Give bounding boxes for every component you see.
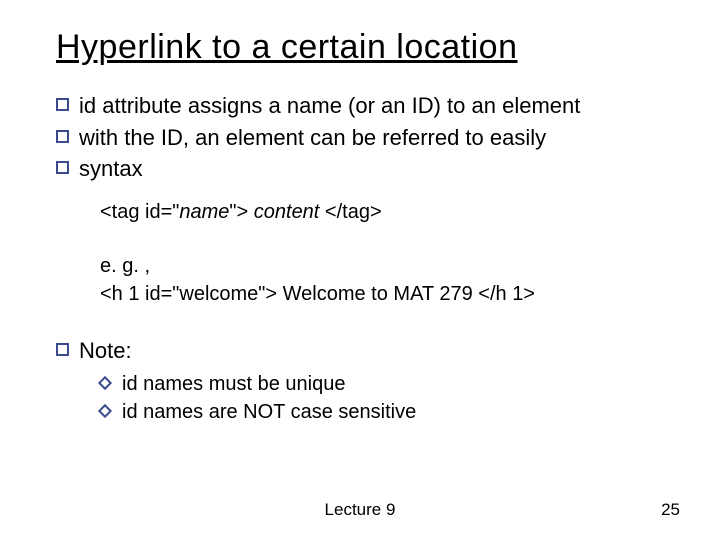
square-bullet-icon — [56, 161, 69, 174]
example-label: e. g. , — [100, 252, 672, 280]
note-sub-2-text: id names are NOT case sensitive — [122, 398, 416, 426]
square-bullet-icon — [56, 343, 69, 356]
syntax-block: <tag id="name"> content </tag> — [100, 198, 672, 226]
diamond-bullet-icon — [98, 376, 112, 390]
bullet-2: with the ID, an element can be referred … — [56, 123, 672, 153]
bullet-1: id attribute assigns a name (or an ID) t… — [56, 91, 672, 121]
note-sub-1: id names must be unique — [100, 370, 672, 398]
main-bullets: id attribute assigns a name (or an ID) t… — [56, 91, 672, 184]
footer-center: Lecture 9 — [0, 500, 720, 520]
syntax-open2: "> — [229, 201, 248, 223]
slide-title: Hyperlink to a certain location — [56, 28, 672, 67]
bullet-note: Note: — [56, 336, 672, 366]
bullet-2-text: with the ID, an element can be referred … — [79, 123, 672, 153]
square-bullet-icon — [56, 130, 69, 143]
note-heading: Note: — [79, 336, 672, 366]
example-line: <h 1 id="welcome"> Welcome to MAT 279 </… — [100, 280, 672, 308]
bullet-1-pre: id — [79, 93, 96, 118]
syntax-open1: <tag id=" — [100, 201, 179, 223]
slide: Hyperlink to a certain location id attri… — [0, 0, 720, 540]
syntax-name: name — [179, 201, 229, 223]
note-sub-1-text: id names must be unique — [122, 370, 345, 398]
note-sub-2: id names are NOT case sensitive — [100, 398, 672, 426]
bullet-1-text: id attribute assigns a name (or an ID) t… — [79, 91, 672, 121]
bullet-1-post: attribute assigns a name (or an ID) to a… — [96, 93, 580, 118]
bullet-3: syntax — [56, 154, 672, 184]
note-bullets: Note: — [56, 336, 672, 366]
note-sub-bullets: id names must be unique id names are NOT… — [100, 370, 672, 426]
page-number: 25 — [661, 500, 680, 520]
syntax-close: </tag> — [325, 201, 382, 223]
diamond-bullet-icon — [98, 404, 112, 418]
syntax-content: content — [248, 201, 325, 223]
bullet-3-text: syntax — [79, 154, 672, 184]
square-bullet-icon — [56, 98, 69, 111]
example-block: e. g. , <h 1 id="welcome"> Welcome to MA… — [100, 252, 672, 308]
